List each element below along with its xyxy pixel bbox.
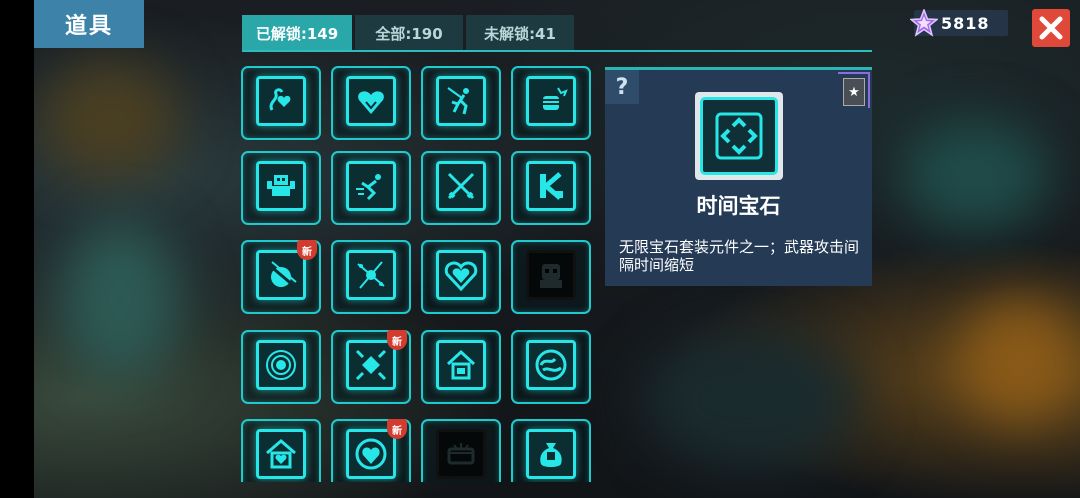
purple-star-icon [910, 9, 938, 37]
tab-unlocked[interactable]: 已解锁:149 [242, 15, 352, 51]
tab-all[interactable]: 全部:190 [355, 15, 463, 51]
tab-locked[interactable]: 未解锁:41 [466, 15, 574, 51]
bg-blur-blob [40, 60, 180, 180]
item-slot[interactable] [241, 66, 321, 140]
item-slot[interactable] [331, 151, 411, 225]
filter-tabs: 已解锁:149 全部:190 未解锁:41 [242, 15, 574, 51]
bg-blur-blob [640, 330, 860, 470]
item-slot[interactable] [511, 419, 591, 482]
item-name: 时间宝石 [696, 194, 781, 218]
page-title: 道具 [34, 0, 144, 48]
ring-orb-icon [256, 340, 306, 390]
item-slot[interactable] [511, 66, 591, 140]
currency-amount: 5818 [941, 13, 990, 33]
dash-man-icon [346, 161, 396, 211]
time-gem-icon [715, 112, 763, 160]
item-slot[interactable] [511, 330, 591, 404]
help-button[interactable]: ? [605, 70, 639, 104]
item-slot[interactable] [241, 151, 321, 225]
new-badge: 新 [297, 240, 317, 260]
screen-edge [0, 0, 34, 498]
close-button[interactable] [1032, 9, 1070, 47]
item-slot[interactable] [511, 151, 591, 225]
new-badge: 新 [387, 419, 407, 439]
bg-blur-blob [60, 220, 180, 380]
tab-underline [242, 50, 872, 52]
item-grid[interactable]: 新新新 [241, 66, 597, 482]
heart-coin-icon [346, 429, 396, 479]
item-description: 无限宝石套装元件之一；武器攻击间隔时间缩短 [619, 238, 860, 274]
item-slot[interactable] [421, 419, 501, 482]
circle-swirl-icon [526, 340, 576, 390]
rank-badge-icon: ★ [843, 78, 865, 106]
house-heart-icon [256, 429, 306, 479]
heart-shield-icon [436, 250, 486, 300]
slash-orb-icon [256, 250, 306, 300]
heart-burst-icon [346, 76, 396, 126]
snake-heart-icon [256, 76, 306, 126]
diamond-arrows-icon [346, 340, 396, 390]
item-slot[interactable] [421, 240, 501, 314]
item-slot[interactable] [421, 330, 501, 404]
running-man-sword-icon [436, 76, 486, 126]
star-spark-icon [346, 250, 396, 300]
item-slot[interactable]: 新 [331, 330, 411, 404]
item-detail-panel: ? ★ 时间宝石 无限宝石套装元件之一；武器攻击间隔时间缩短 [605, 67, 872, 286]
fist-burst-icon [526, 76, 576, 126]
new-badge: 新 [387, 330, 407, 350]
item-slot[interactable] [241, 419, 321, 482]
chest-icon [436, 429, 486, 479]
item-slot[interactable] [421, 66, 501, 140]
bg-blur-blob [960, 300, 1080, 420]
k-block-icon [526, 161, 576, 211]
robot-icon [256, 161, 306, 211]
currency-display: 5818 [910, 9, 1008, 37]
bg-blur-blob [900, 120, 1050, 230]
item-slot[interactable] [331, 66, 411, 140]
item-slot[interactable] [241, 330, 321, 404]
item-slot[interactable]: 新 [241, 240, 321, 314]
crossed-swords-icon [436, 161, 486, 211]
item-slot[interactable] [331, 240, 411, 314]
house-box-icon [436, 340, 486, 390]
item-slot[interactable] [511, 240, 591, 314]
item-slot[interactable]: 新 [331, 419, 411, 482]
item-slot[interactable] [421, 151, 501, 225]
fortune-bag-icon [526, 429, 576, 479]
close-icon [1039, 16, 1063, 40]
selected-item-icon [695, 92, 783, 180]
skull-creature-icon [526, 250, 576, 300]
